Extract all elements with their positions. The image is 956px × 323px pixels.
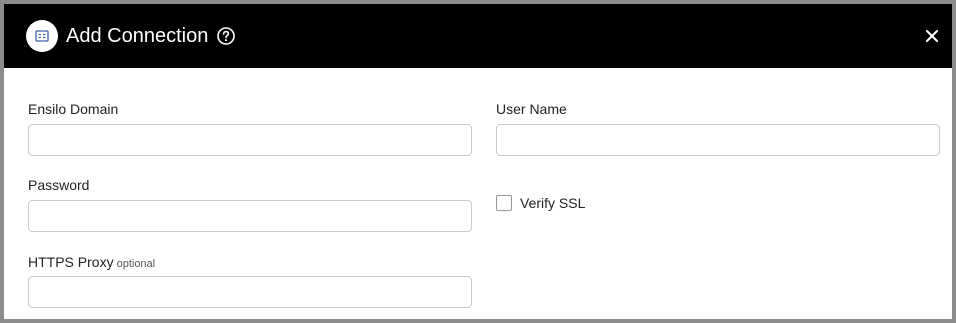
integration-app-icon [26, 20, 58, 52]
https-proxy-input[interactable] [28, 276, 472, 308]
verify-ssl-checkbox[interactable] [496, 195, 512, 211]
close-icon[interactable] [922, 26, 942, 46]
https-proxy-label-group: HTTPS Proxy optional [28, 253, 155, 273]
add-connection-dialog: Add Connection Ensilo Domain User Name P… [0, 0, 956, 323]
password-input[interactable] [28, 200, 472, 232]
ensilo-domain-input[interactable] [28, 124, 472, 156]
user-name-label: User Name [496, 101, 567, 117]
https-proxy-label: HTTPS Proxy [28, 254, 114, 270]
verify-ssl-label[interactable]: Verify SSL [520, 194, 585, 212]
user-name-input[interactable] [496, 124, 940, 156]
ensilo-domain-label: Ensilo Domain [28, 101, 119, 117]
dialog-title: Add Connection [66, 25, 209, 47]
help-circle-icon[interactable] [216, 26, 236, 46]
optional-hint: optional [116, 258, 156, 270]
password-label: Password [28, 177, 90, 193]
dialog-header: Add Connection [4, 4, 952, 68]
